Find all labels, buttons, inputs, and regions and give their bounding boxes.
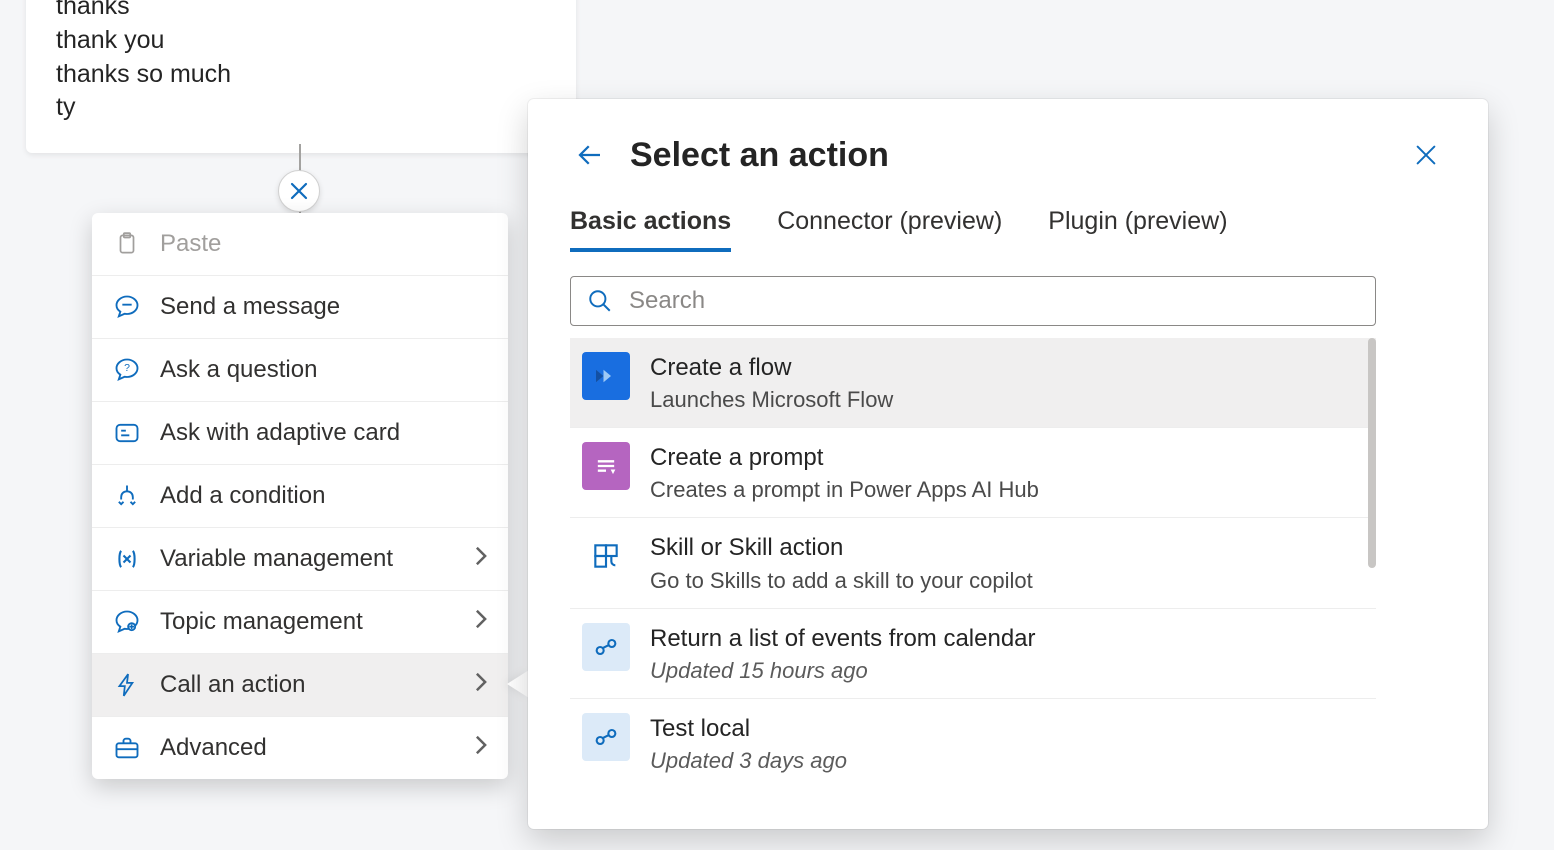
trigger-phrase: thank you	[56, 24, 546, 58]
menu-item-add-condition[interactable]: Add a condition	[92, 464, 508, 527]
menu-item-adaptive-card[interactable]: Ask with adaptive card	[92, 401, 508, 464]
menu-item-advanced[interactable]: Advanced	[92, 716, 508, 779]
trigger-phrase: ty	[56, 91, 546, 125]
action-item-create-flow[interactable]: Create a flow Launches Microsoft Flow	[570, 338, 1376, 427]
node-context-menu: Paste Send a message ? Ask a question As…	[92, 213, 508, 779]
prompt-icon	[582, 442, 630, 490]
trigger-phrases-card: thanks thank you thanks so much ty	[26, 0, 576, 153]
flow-icon	[582, 352, 630, 400]
menu-item-send-message[interactable]: Send a message	[92, 275, 508, 338]
action-item-test-local[interactable]: Test local Updated 3 days ago	[570, 698, 1376, 788]
arrow-left-icon	[575, 140, 605, 170]
close-button[interactable]	[1406, 135, 1446, 175]
briefcase-icon	[112, 733, 142, 763]
card-icon	[112, 418, 142, 448]
menu-item-label: Ask a question	[160, 356, 317, 384]
menu-item-label: Send a message	[160, 293, 340, 321]
action-title: Return a list of events from calendar	[650, 623, 1036, 654]
action-title: Test local	[650, 713, 847, 744]
action-title: Create a prompt	[650, 442, 1039, 473]
scrollbar-thumb[interactable]	[1368, 338, 1376, 568]
message-icon	[112, 292, 142, 322]
variable-icon	[112, 544, 142, 574]
menu-item-label: Ask with adaptive card	[160, 419, 400, 447]
condition-icon	[112, 481, 142, 511]
action-title: Create a flow	[650, 352, 893, 383]
menu-item-variable-management[interactable]: Variable management	[92, 527, 508, 590]
panel-title: Select an action	[630, 136, 889, 175]
back-button[interactable]	[570, 135, 610, 175]
action-subtitle: Updated 15 hours ago	[650, 658, 1036, 684]
close-icon	[1414, 143, 1438, 167]
topic-icon	[112, 607, 142, 637]
tab-plugin[interactable]: Plugin (preview)	[1048, 207, 1227, 252]
action-title: Skill or Skill action	[650, 532, 1033, 563]
flyout-pointer	[507, 670, 529, 698]
chevron-right-icon	[474, 608, 488, 637]
panel-header: Select an action	[570, 135, 1446, 175]
select-action-panel: Select an action Basic actions Connector…	[528, 99, 1488, 829]
flow-run-icon	[582, 623, 630, 671]
menu-item-label: Advanced	[160, 734, 267, 762]
action-item-create-prompt[interactable]: Create a prompt Creates a prompt in Powe…	[570, 427, 1376, 517]
question-icon: ?	[112, 355, 142, 385]
paste-icon	[112, 229, 142, 259]
tab-connector[interactable]: Connector (preview)	[777, 207, 1002, 252]
trigger-phrase: thanks	[56, 0, 546, 24]
menu-item-call-action[interactable]: Call an action	[92, 653, 508, 716]
menu-item-paste[interactable]: Paste	[92, 213, 508, 275]
menu-item-label: Variable management	[160, 545, 393, 573]
action-item-return-events[interactable]: Return a list of events from calendar Up…	[570, 608, 1376, 698]
panel-tabs: Basic actions Connector (preview) Plugin…	[570, 207, 1446, 252]
flow-run-icon	[582, 713, 630, 761]
action-subtitle: Updated 3 days ago	[650, 748, 847, 774]
action-subtitle: Creates a prompt in Power Apps AI Hub	[650, 477, 1039, 503]
svg-text:?: ?	[124, 362, 130, 374]
search-box[interactable]	[570, 276, 1376, 326]
skill-icon	[582, 532, 630, 580]
action-subtitle: Launches Microsoft Flow	[650, 387, 893, 413]
search-input[interactable]	[629, 287, 1359, 315]
menu-item-label: Call an action	[160, 671, 305, 699]
add-node-button[interactable]	[278, 170, 320, 212]
tab-basic-actions[interactable]: Basic actions	[570, 207, 731, 252]
action-subtitle: Go to Skills to add a skill to your copi…	[650, 568, 1033, 594]
menu-item-label: Paste	[160, 230, 221, 258]
chevron-right-icon	[474, 671, 488, 700]
menu-item-ask-question[interactable]: ? Ask a question	[92, 338, 508, 401]
menu-item-label: Add a condition	[160, 482, 325, 510]
search-icon	[587, 288, 613, 314]
actions-list: Create a flow Launches Microsoft Flow Cr…	[570, 338, 1376, 788]
action-item-skill[interactable]: Skill or Skill action Go to Skills to ad…	[570, 517, 1376, 607]
lightning-icon	[112, 670, 142, 700]
chevron-right-icon	[474, 545, 488, 574]
menu-item-topic-management[interactable]: Topic management	[92, 590, 508, 653]
chevron-right-icon	[474, 734, 488, 763]
trigger-phrase: thanks so much	[56, 58, 546, 92]
menu-item-label: Topic management	[160, 608, 363, 636]
close-icon	[289, 181, 309, 201]
